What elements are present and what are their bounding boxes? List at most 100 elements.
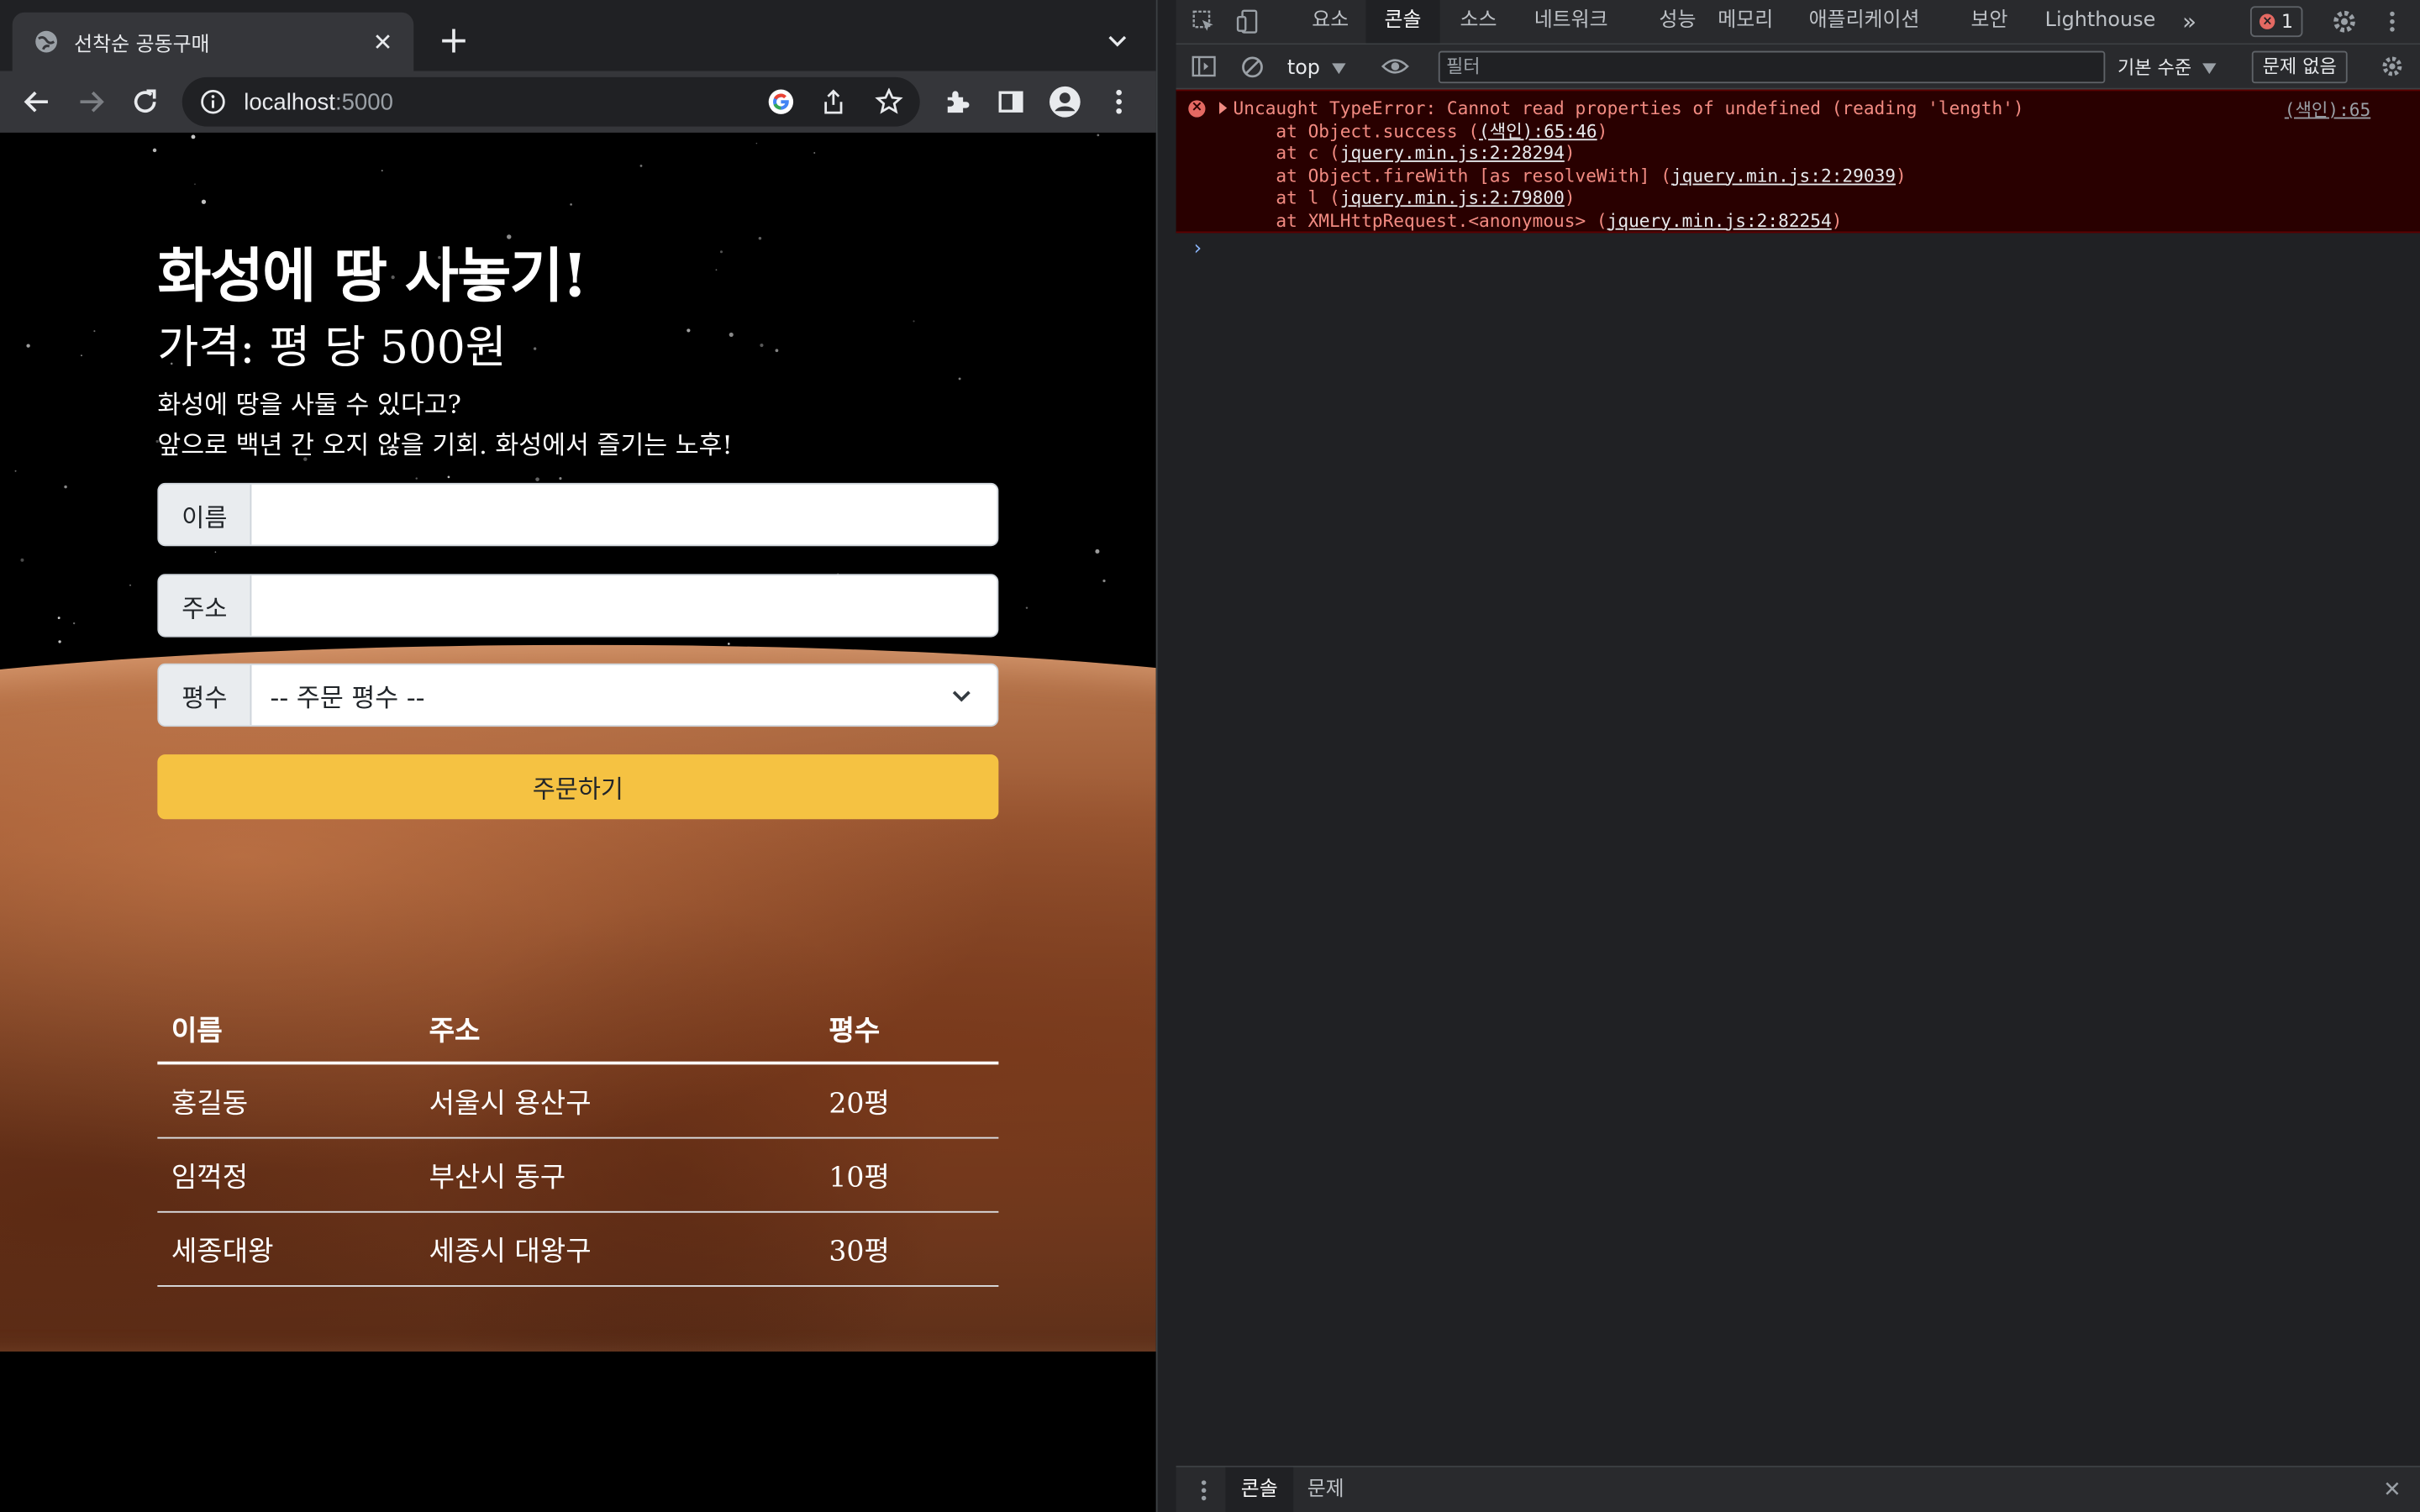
name-input-group: 이름 bbox=[157, 482, 999, 547]
star bbox=[57, 617, 60, 620]
devtools-tab-console[interactable]: 콘솔 bbox=[1365, 0, 1440, 44]
page-content: 화성에 땅 사놓기! 가격: 평 당 500원 화성에 땅을 사둘 수 있다고?… bbox=[157, 228, 999, 1287]
split-handle[interactable] bbox=[1155, 0, 1176, 1512]
stack-link[interactable]: jquery.min.js:2:79800 bbox=[1340, 186, 1565, 208]
address-input-group: 주소 bbox=[157, 574, 999, 638]
error-count-badge[interactable]: × 1 bbox=[2249, 6, 2303, 38]
extensions-puzzle-icon[interactable] bbox=[939, 83, 976, 120]
log-levels-dropdown[interactable]: 기본 수준 bbox=[2118, 54, 2217, 80]
url-text: localhost:5000 bbox=[244, 88, 393, 115]
star bbox=[58, 640, 61, 643]
context-select[interactable]: top bbox=[1287, 52, 1347, 83]
space-background bbox=[0, 1351, 1156, 1512]
star bbox=[20, 558, 24, 562]
drawer-tab-issues[interactable]: 문제 bbox=[1292, 1467, 1360, 1512]
header-size: 평수 bbox=[829, 1015, 881, 1048]
console-error-message[interactable]: × Uncaught TypeError: Cannot read proper… bbox=[1176, 89, 2420, 234]
live-expression-eye-icon[interactable] bbox=[1380, 51, 1411, 82]
cell-name: 세종대왕 bbox=[171, 1235, 274, 1268]
devtools-tab-application[interactable]: 애플리케이션 bbox=[1791, 0, 1939, 43]
star bbox=[727, 643, 730, 645]
devtools-tab-security[interactable]: 보안 bbox=[1952, 0, 2026, 43]
star bbox=[201, 199, 207, 204]
close-drawer-icon[interactable]: ✕ bbox=[2377, 1475, 2408, 1506]
stack-link[interactable]: jquery.min.js:2:28294 bbox=[1340, 142, 1565, 164]
stack-link[interactable]: (색인):65:46 bbox=[1479, 119, 1597, 141]
devtools-menu-icon[interactable] bbox=[2377, 6, 2408, 37]
tab-search-chevron-icon[interactable] bbox=[1102, 24, 1133, 55]
star bbox=[64, 485, 67, 489]
address-label: 주소 bbox=[159, 575, 252, 636]
settings-gear-icon[interactable] bbox=[2329, 6, 2360, 37]
cell-address: 세종시 대왕구 bbox=[429, 1235, 592, 1268]
star bbox=[72, 622, 76, 625]
star bbox=[535, 477, 539, 481]
page-title: 화성에 땅 사놓기! bbox=[157, 240, 587, 311]
share-icon[interactable] bbox=[818, 87, 849, 118]
globe-icon bbox=[35, 30, 57, 53]
device-toolbar-icon[interactable] bbox=[1234, 6, 1265, 37]
browser-menu-icon[interactable] bbox=[1101, 83, 1138, 120]
star bbox=[26, 344, 30, 348]
more-tabs-button[interactable]: » bbox=[2164, 0, 2215, 43]
new-tab-button[interactable]: + bbox=[435, 22, 472, 59]
sidebar-toggle-icon[interactable] bbox=[1188, 51, 1219, 82]
description-line-1: 화성에 땅을 사둘 수 있다고? bbox=[157, 390, 461, 420]
drawer-tab-console[interactable]: 콘솔 bbox=[1225, 1467, 1294, 1512]
tab-title: 선착순 공동구매 bbox=[74, 33, 210, 57]
expand-triangle-icon[interactable] bbox=[1219, 102, 1228, 114]
back-arrow-icon[interactable] bbox=[18, 83, 55, 120]
devtools-tab-network[interactable]: 네트워크 bbox=[1516, 0, 1627, 43]
side-panel-icon[interactable] bbox=[992, 83, 1029, 120]
browser-tab[interactable]: 선착순 공동구매 bbox=[12, 12, 414, 71]
star bbox=[81, 354, 82, 357]
info-icon[interactable] bbox=[201, 89, 225, 114]
error-icon: × bbox=[1188, 100, 1206, 118]
close-tab-icon[interactable] bbox=[367, 26, 398, 57]
star bbox=[381, 170, 383, 172]
address-bar[interactable]: localhost:5000 bbox=[182, 76, 920, 127]
header-address: 주소 bbox=[429, 1015, 481, 1048]
forward-arrow-icon[interactable] bbox=[72, 83, 109, 120]
error-source-link[interactable]: (색인):65 bbox=[2285, 97, 2370, 122]
stack-link[interactable]: jquery.min.js:2:29039 bbox=[1671, 165, 1896, 186]
drawer-menu-icon[interactable] bbox=[1188, 1475, 1219, 1506]
stack-line: at Object.success ((색인):65:46) bbox=[1233, 119, 1608, 142]
header-name: 이름 bbox=[171, 1015, 223, 1048]
size-select-value: -- 주문 평수 -- bbox=[270, 682, 425, 712]
table-row: 임꺽정 부산시 동구 10평 bbox=[157, 1139, 999, 1213]
cell-address: 서울시 용산구 bbox=[429, 1086, 592, 1120]
devtools-tab-lighthouse[interactable]: Lighthouse bbox=[2027, 0, 2175, 43]
browser-toolbar: localhost:5000 bbox=[0, 71, 1156, 133]
size-select[interactable]: -- 주문 평수 -- bbox=[251, 665, 997, 726]
devtools-tab-bar: 요소 콘솔 소스 네트워크 성능 메모리 애플리케이션 보안 Lighthous… bbox=[1176, 0, 2420, 45]
clear-console-icon[interactable] bbox=[1236, 51, 1267, 82]
console-settings-gear-icon[interactable] bbox=[2377, 51, 2408, 82]
console-filter-input[interactable]: 필터 bbox=[1438, 50, 2106, 84]
reload-icon[interactable] bbox=[127, 83, 164, 120]
star bbox=[191, 134, 196, 139]
stack-line: at XMLHttpRequest.<anonymous> (jquery.mi… bbox=[1233, 208, 1843, 231]
order-button[interactable]: 주문하기 bbox=[157, 754, 999, 820]
profile-avatar-icon[interactable] bbox=[1046, 83, 1083, 120]
devtools-tab-elements[interactable]: 요소 bbox=[1293, 0, 1367, 43]
star bbox=[813, 152, 816, 155]
devtools-tab-sources[interactable]: 소스 bbox=[1442, 0, 1516, 43]
bookmark-star-icon[interactable] bbox=[874, 87, 905, 118]
devtools-tab-memory[interactable]: 메모리 bbox=[1699, 0, 1791, 43]
issues-button[interactable]: 문제 없음 bbox=[2251, 50, 2348, 84]
cell-size: 10평 bbox=[829, 1161, 890, 1194]
google-icon[interactable] bbox=[765, 87, 797, 118]
description-line-2: 앞으로 백년 간 오지 않을 기회. 화성에서 즐기는 노후! bbox=[157, 430, 733, 460]
chevron-down-icon bbox=[952, 690, 971, 702]
star bbox=[639, 165, 643, 167]
stack-link[interactable]: jquery.min.js:2:82254 bbox=[1607, 209, 1832, 231]
devtools-panel: 요소 콘솔 소스 네트워크 성능 메모리 애플리케이션 보안 Lighthous… bbox=[1176, 0, 2420, 1512]
address-input[interactable] bbox=[251, 575, 997, 636]
console-prompt[interactable]: › bbox=[1192, 238, 1203, 261]
size-label: 평수 bbox=[159, 664, 252, 726]
star bbox=[447, 475, 450, 479]
stack-line: at l (jquery.min.js:2:79800) bbox=[1233, 186, 1576, 208]
name-input[interactable] bbox=[251, 484, 997, 545]
inspect-element-icon[interactable] bbox=[1188, 6, 1219, 37]
